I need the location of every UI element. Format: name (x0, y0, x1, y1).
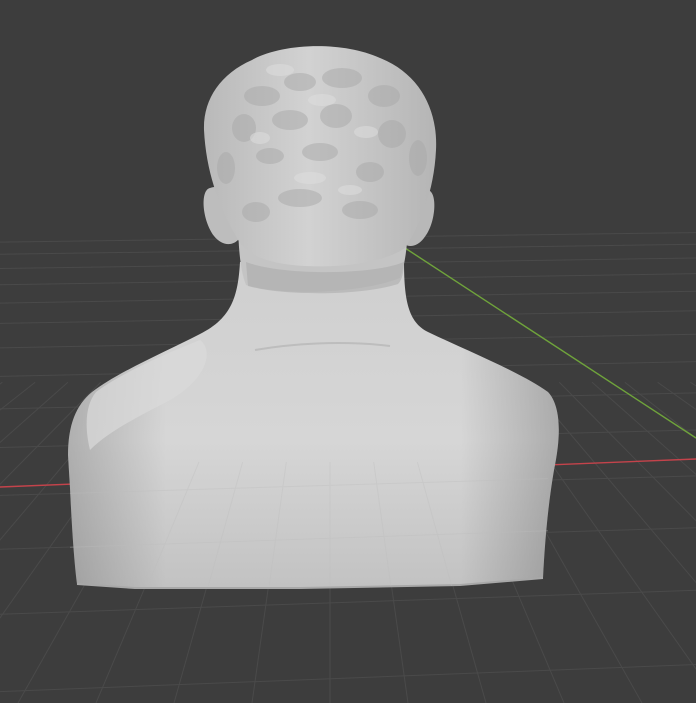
3d-viewport[interactable] (0, 0, 696, 703)
viewport-canvas[interactable] (0, 0, 696, 703)
